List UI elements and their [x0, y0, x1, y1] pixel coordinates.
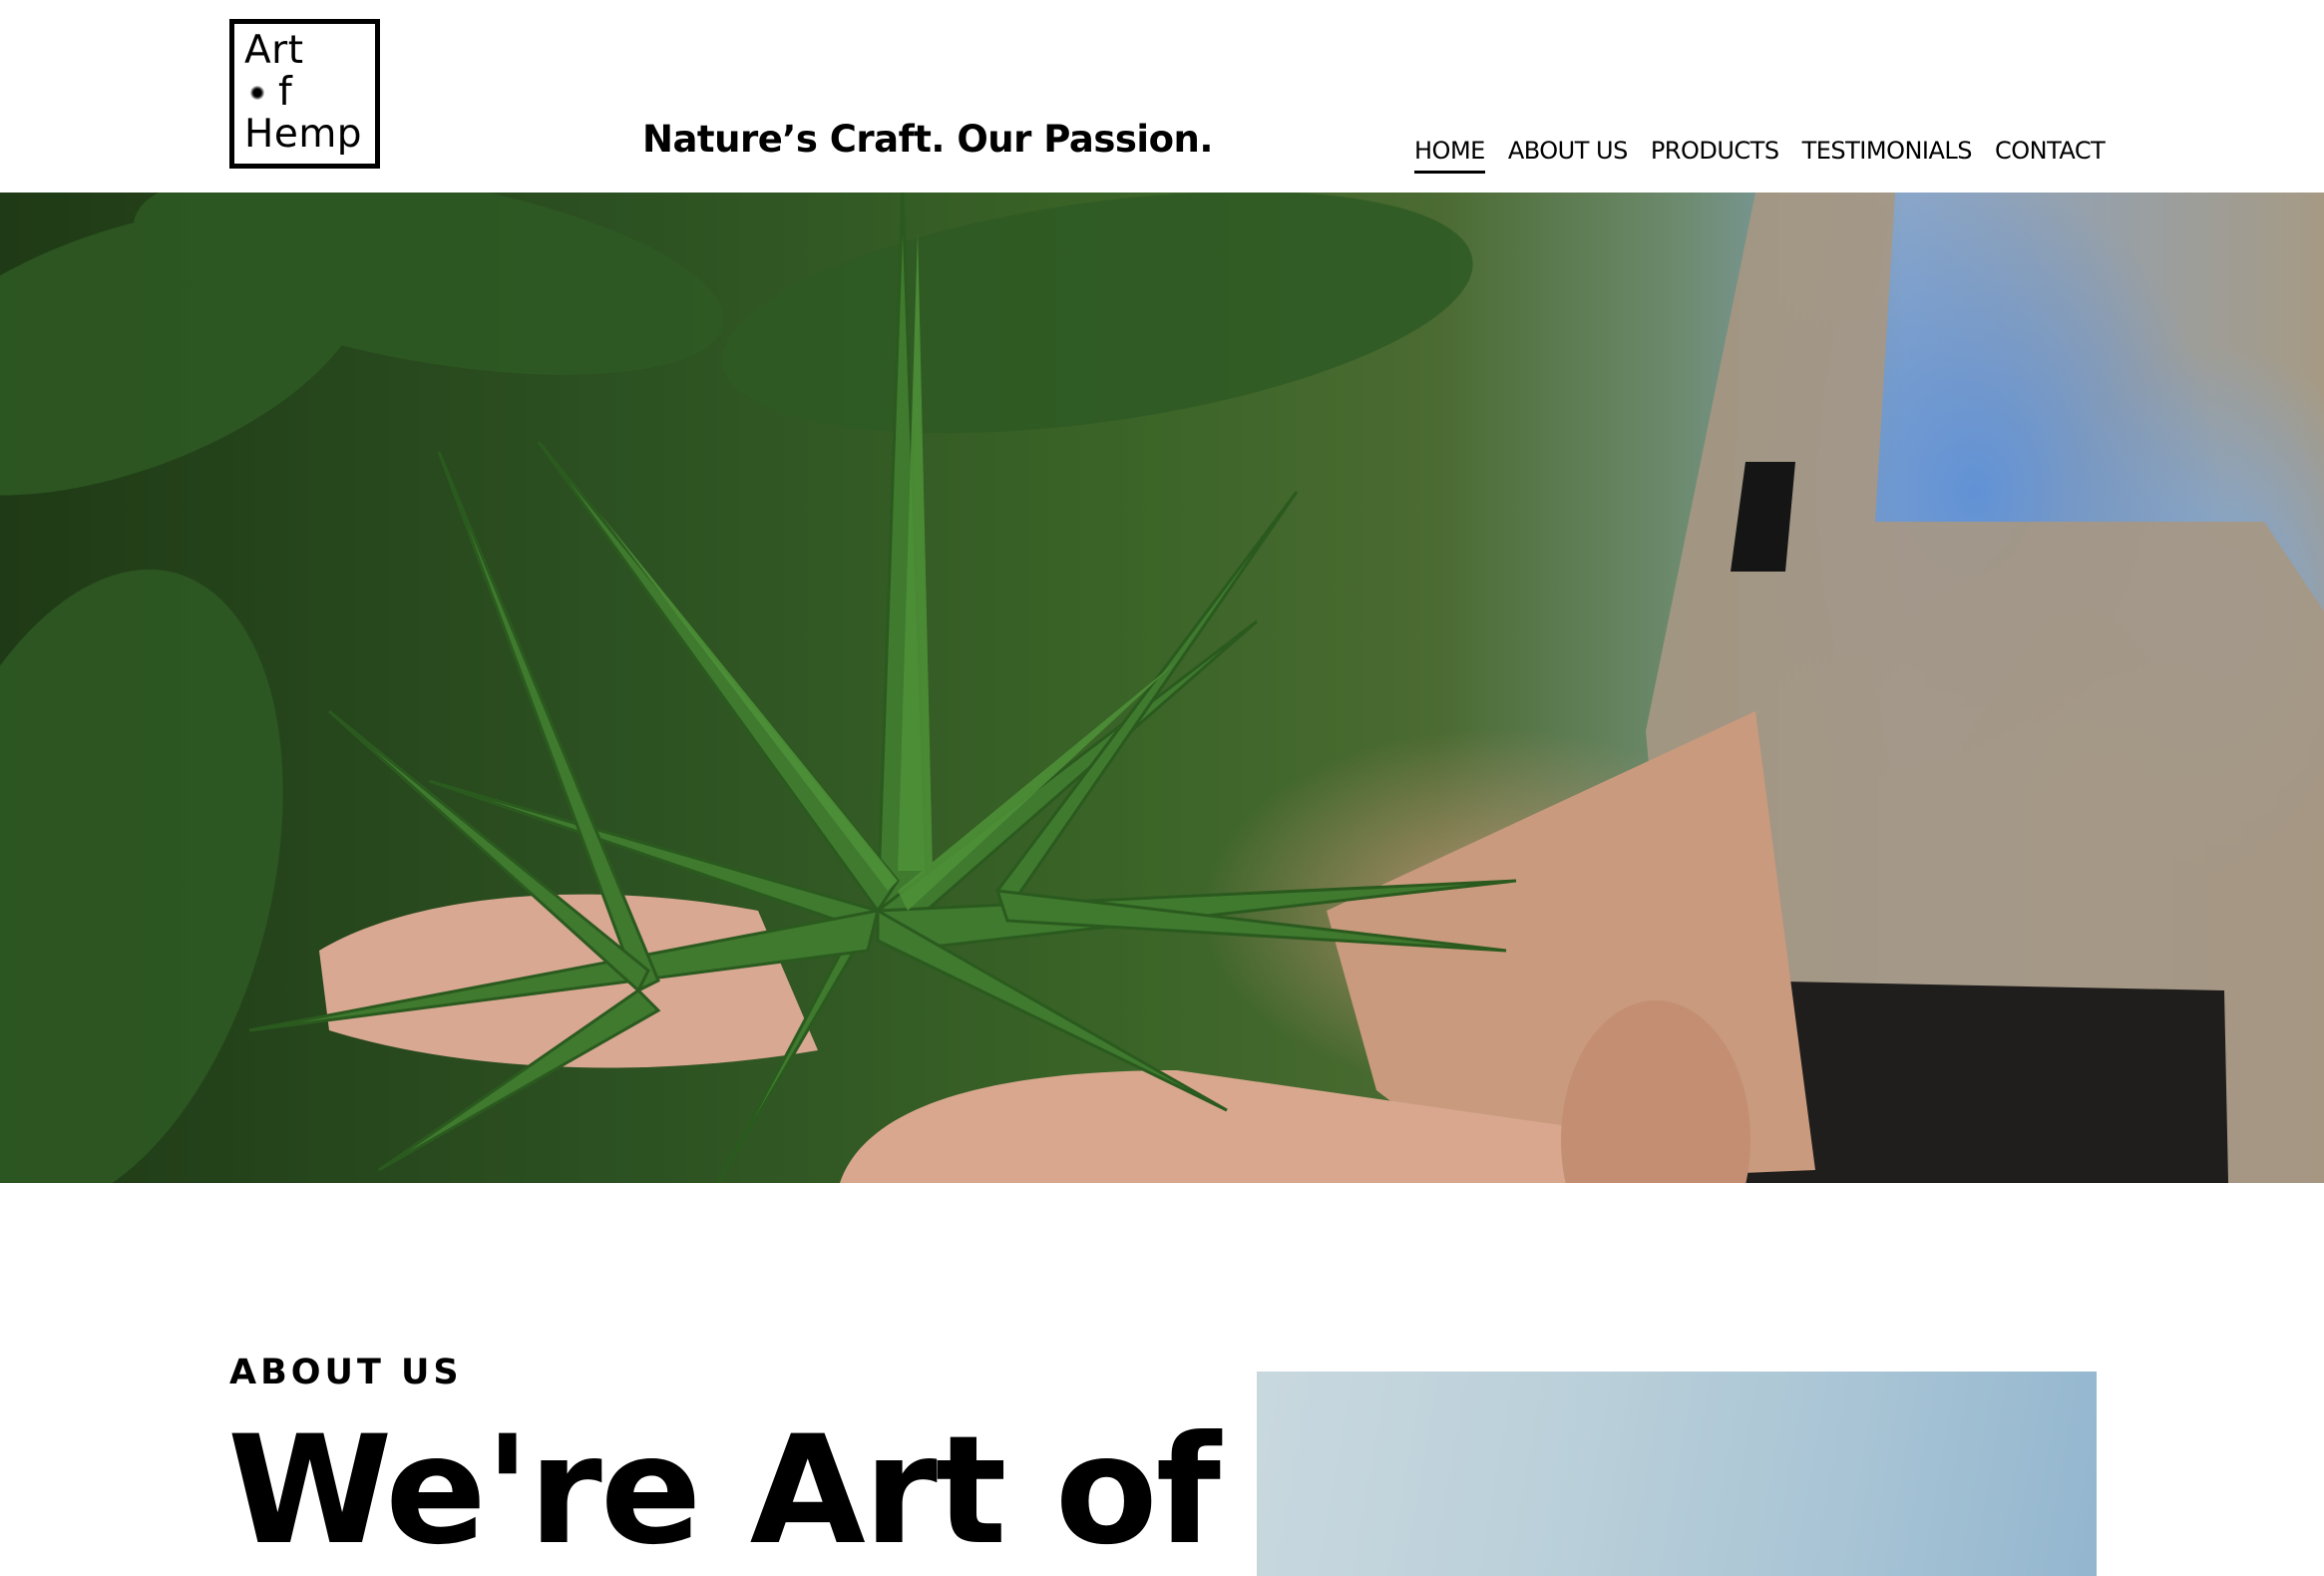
- about-image: [1257, 1372, 2097, 1576]
- site-header: Art f Hemp Nature’s Craft. Our Passion. …: [0, 0, 2324, 193]
- about-heading: We're Art of: [227, 1404, 1221, 1576]
- logo-line-art: Art: [244, 28, 304, 73]
- logo-dot-icon: [250, 86, 264, 100]
- hemp-plant-illustration: [0, 193, 2324, 1183]
- logo-line-of: f: [244, 72, 292, 114]
- nav-products-link[interactable]: PRODUCTS: [1651, 137, 1779, 174]
- main-nav: HOME ABOUT US PRODUCTS TESTIMONIALS CONT…: [1414, 137, 2128, 174]
- nav-about-us-link[interactable]: ABOUT US: [1508, 137, 1629, 174]
- logo-line-hemp: Hemp: [244, 112, 363, 157]
- hero-image: [0, 193, 2324, 1183]
- nav-testimonials-link[interactable]: TESTIMONIALS: [1802, 137, 1973, 174]
- site-tagline: Nature’s Craft. Our Passion.: [642, 118, 1213, 161]
- nav-home-link[interactable]: HOME: [1414, 137, 1485, 174]
- logo-letter-f: f: [278, 70, 293, 115]
- nav-contact-link[interactable]: CONTACT: [1995, 137, 2106, 174]
- about-section-label: ABOUT US: [229, 1353, 463, 1392]
- art-of-hemp-logo[interactable]: Art f Hemp: [229, 19, 380, 169]
